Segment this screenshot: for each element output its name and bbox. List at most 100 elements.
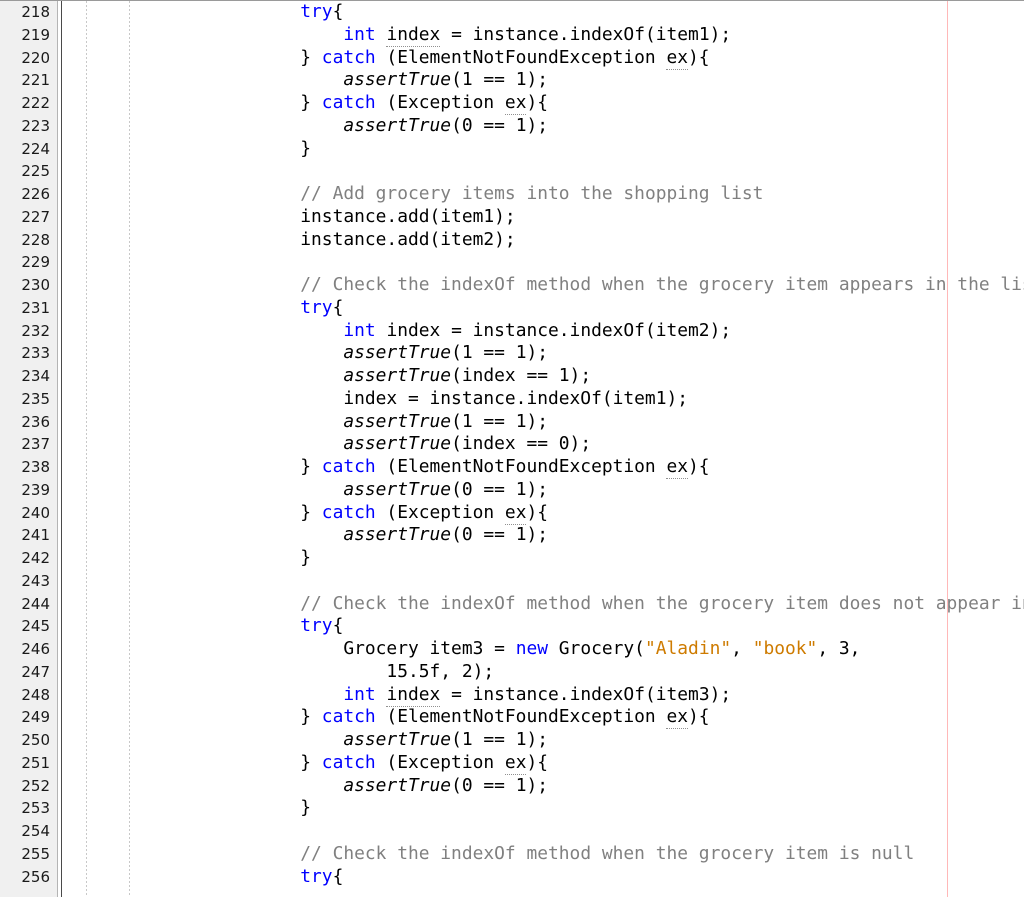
code-line[interactable]: assertTrue(0 == 1); [62, 479, 1024, 502]
code-token-plain: (0 == 1); [451, 478, 549, 500]
code-line[interactable]: } catch (Exception ex){ [62, 501, 1024, 525]
line-number-gutter[interactable]: 218 219 220 221 222 223 224 225 226 227 228 229 230 2… [0, 1, 58, 897]
line-number: 251 [21, 753, 50, 772]
code-token-plain: Grocery item3 = [171, 638, 516, 659]
code-line[interactable]: 15.5f, 2); [62, 661, 1024, 684]
code-line[interactable]: assertTrue(index == 0); [62, 433, 1024, 456]
line-number: 228 [21, 230, 50, 249]
code-token-assert: assertTrue [343, 729, 452, 750]
code-line[interactable] [62, 160, 1024, 183]
code-token-kw: catch [321, 706, 376, 728]
code-token-assert: assertTrue [343, 478, 452, 500]
code-line[interactable]: assertTrue(1 == 1); [62, 69, 1024, 92]
line-number: 226 [21, 185, 50, 203]
line-number: 229 [21, 253, 50, 272]
code-text-area[interactable]: try{ int index = instance.indexOf(item1)… [62, 1, 1024, 897]
code-line[interactable]: assertTrue(1 == 1); [62, 342, 1024, 365]
code-token-kw: catch [321, 46, 376, 68]
code-token-plain: (ElementNotFoundException [375, 706, 667, 728]
code-line[interactable]: instance.add(item1); [62, 206, 1024, 229]
code-line[interactable]: } catch (ElementNotFoundException ex){ [62, 46, 1024, 70]
code-line[interactable]: try{ [62, 866, 1024, 889]
code-line[interactable]: } catch (ElementNotFoundException ex){ [62, 706, 1024, 730]
line-number: 256 [21, 867, 50, 886]
code-token-plain: (1 == 1); [451, 69, 549, 91]
line-number: 248 [21, 685, 50, 704]
code-token-plain: ){ [688, 706, 710, 728]
code-token-plain: } [171, 706, 322, 728]
line-number: 218 [21, 3, 50, 21]
code-line[interactable] [62, 820, 1024, 843]
code-token-kw: try [300, 865, 333, 887]
code-line[interactable]: assertTrue(1 == 1); [62, 411, 1024, 434]
line-number: 246 [21, 640, 50, 658]
code-line[interactable]: // Check the indexOf method when the gro… [62, 593, 1024, 616]
line-number: 230 [21, 276, 50, 294]
code-token-kw: try [300, 1, 333, 22]
line-number: 233 [21, 344, 50, 363]
code-token-assert: assertTrue [343, 410, 452, 432]
code-line[interactable]: // Check the indexOf method when the gro… [62, 843, 1024, 866]
code-token-plain: 15.5f, 2); [171, 660, 495, 682]
code-token-kw: try [300, 296, 333, 318]
code-token-warn: ex [504, 92, 527, 115]
code-line[interactable] [62, 251, 1024, 274]
code-token-plain: (1 == 1); [451, 729, 549, 750]
code-token-plain: (1 == 1); [451, 342, 549, 364]
code-line[interactable]: instance.add(item2); [62, 229, 1024, 252]
line-number: 219 [21, 25, 50, 44]
code-token-kw: catch [321, 456, 376, 477]
code-line[interactable]: assertTrue(index == 1); [62, 365, 1024, 388]
code-line[interactable]: assertTrue(0 == 1); [62, 775, 1024, 798]
code-line[interactable] [62, 570, 1024, 593]
code-line[interactable]: // Check the indexOf method when the gro… [62, 274, 1024, 297]
code-token-plain: } [171, 92, 322, 113]
line-number: 222 [21, 94, 50, 112]
code-line[interactable]: int index = instance.indexOf(item3); [62, 683, 1024, 707]
code-line[interactable]: } catch (Exception ex){ [62, 92, 1024, 115]
code-token-kw: int [343, 683, 376, 705]
code-line[interactable]: Grocery item3 = new Grocery("Aladin", "b… [62, 638, 1024, 661]
code-token-plain: ){ [688, 46, 710, 68]
code-line[interactable]: assertTrue(0 == 1); [62, 524, 1024, 547]
code-line[interactable]: index = instance.indexOf(item1); [62, 388, 1024, 411]
code-token-plain: } [171, 797, 312, 819]
code-editor[interactable]: 218 219 220 221 222 223 224 225 226 227 228 229 230 2… [0, 0, 1024, 897]
code-line[interactable]: // Add grocery items into the shopping l… [62, 183, 1024, 206]
code-line[interactable]: } catch (ElementNotFoundException ex){ [62, 456, 1024, 479]
code-line[interactable]: } catch (Exception ex){ [62, 751, 1024, 775]
code-token-warn: ex [666, 456, 689, 479]
code-line[interactable]: } [62, 797, 1024, 820]
code-token-warn: index [386, 23, 441, 47]
code-token-plain: (index == 0); [451, 433, 592, 455]
line-number: 238 [21, 458, 50, 476]
code-token-assert: assertTrue [343, 342, 452, 364]
code-line[interactable]: assertTrue(0 == 1); [62, 115, 1024, 138]
code-line[interactable]: try{ [62, 297, 1024, 320]
code-line[interactable]: try{ [62, 1, 1024, 24]
code-line[interactable]: } [62, 138, 1024, 161]
line-number: 227 [21, 207, 50, 226]
line-number: 247 [21, 662, 50, 681]
code-token-plain: { [332, 865, 344, 887]
code-line[interactable]: int index = instance.indexOf(item2); [62, 320, 1024, 343]
line-number: 224 [21, 139, 50, 158]
code-line[interactable]: int index = instance.indexOf(item1); [62, 23, 1024, 47]
code-line[interactable]: } [62, 547, 1024, 570]
code-token-kw: int [343, 319, 376, 341]
code-token-plain: } [171, 137, 312, 159]
code-line[interactable]: assertTrue(1 == 1); [62, 729, 1024, 752]
line-number: 225 [21, 162, 50, 181]
code-line[interactable]: try{ [62, 615, 1024, 638]
code-token-plain: { [332, 1, 344, 22]
